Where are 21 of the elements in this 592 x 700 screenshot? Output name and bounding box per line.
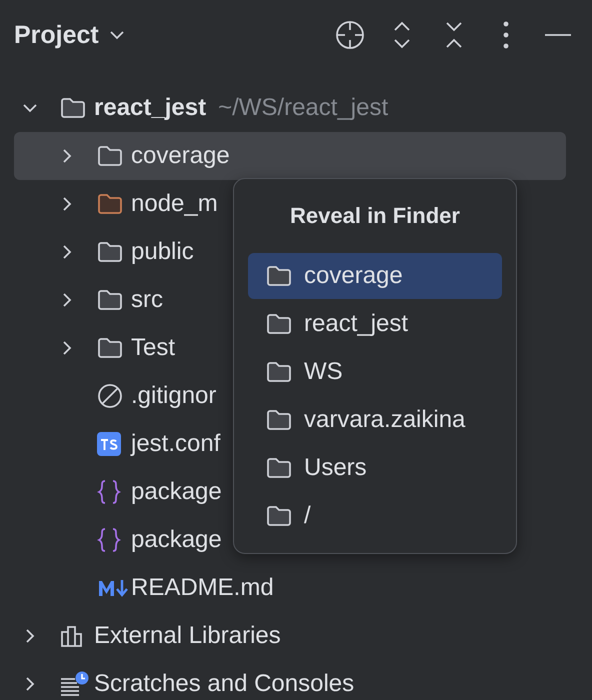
folder-name: coverage: [304, 262, 403, 290]
item-name: src: [131, 286, 163, 314]
popup-title: Reveal in Finder: [290, 203, 460, 229]
folder-name: /: [304, 502, 311, 530]
item-name: External Libraries: [94, 622, 281, 650]
item-name: .gitignor: [131, 382, 216, 410]
item-name: package: [131, 478, 222, 506]
item-name: README.md: [131, 574, 274, 602]
item-name: node_m: [131, 190, 218, 218]
item-name: react_jest: [94, 94, 206, 122]
item-name: package: [131, 526, 222, 554]
item-name: Test: [131, 334, 176, 362]
folder-name: react_jest: [304, 310, 408, 338]
item-name: Scratches and Consoles: [94, 670, 354, 698]
folder-name: WS: [304, 358, 343, 386]
folder-name: Users: [304, 454, 367, 482]
item-name: public: [131, 238, 194, 266]
project-path: ~/WS/react_jest: [218, 94, 388, 122]
item-name: jest.conf: [131, 430, 220, 458]
folder-name: varvara.zaikina: [304, 406, 466, 434]
item-name: coverage: [131, 142, 230, 170]
